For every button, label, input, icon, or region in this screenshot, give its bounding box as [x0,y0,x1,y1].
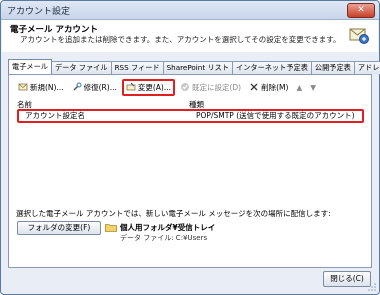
change-folder-button[interactable]: フォルダの変更(F) [17,221,101,235]
tab-published-calendars[interactable]: 公開予定表 [310,61,355,74]
tab-data-files[interactable]: データ ファイル [50,61,112,74]
change-button[interactable]: 変更(A)... [121,78,175,96]
delete-button[interactable]: 削除(M) [246,80,291,95]
new-account-label: 新規(N)... [30,82,64,92]
tab-sharepoint-lists[interactable]: SharePoint リスト [162,61,234,74]
resize-grip-icon[interactable] [368,283,376,291]
set-default-button[interactable]: 既定に設定(D) [177,80,244,95]
window-title: アカウント設定 [7,7,71,17]
email-accounts-icon [349,28,369,44]
window-close-button[interactable]: ✕ [347,3,375,18]
account-type: POP/SMTP (送信で使用する既定のアカウント) [196,111,355,120]
account-list: アカウント設定名 POP/SMTP (送信で使用する既定のアカウント) [13,108,365,213]
tab-rss-feeds[interactable]: RSS フィード [110,61,164,74]
delivery-folder-path: 個人用フォルダ¥受信トレイ [120,223,216,232]
repair-button[interactable]: 修復(R)... [69,80,120,95]
move-down-button[interactable]: ▼ [307,80,319,95]
change-icon [126,82,136,92]
title-bar: アカウント設定 ✕ [1,1,379,20]
repair-label: 修復(R)... [83,82,117,92]
move-up-button[interactable]: ▲ [293,80,305,95]
account-row[interactable]: アカウント設定名 POP/SMTP (送信で使用する既定のアカウント) [17,109,364,123]
repair-icon [72,82,82,92]
folder-icon [105,224,117,232]
delivery-description: 選択した電子メール アカウントでは、新しい電子メール メッセージを次の場所に配信… [16,209,331,218]
tab-strip: 電子メール データ ファイル RSS フィード SharePoint リスト イ… [8,59,380,75]
new-account-button[interactable]: 新規(N)... [15,80,67,95]
header-area: 電子メール アカウント アカウントを追加または削除できます。また、アカウントを選… [2,20,378,52]
checkmark-icon [180,82,190,92]
close-button[interactable]: 閉じる(C) [323,271,371,287]
email-tab-panel: 新規(N)... 修復(R)... 変更(A)... 既定に設定(D) 削除(M… [8,74,372,268]
tab-address-books[interactable]: アドレス帳 [353,61,380,74]
change-label: 変更(A)... [137,82,171,92]
delete-x-icon [249,82,259,92]
tab-internet-calendars[interactable]: インターネット予定表 [232,61,312,74]
account-toolbar: 新規(N)... 修復(R)... 変更(A)... 既定に設定(D) 削除(M… [15,78,321,96]
delete-label: 削除(M) [261,82,289,92]
account-name: アカウント設定名 [25,111,85,120]
tab-email[interactable]: 電子メール [8,59,52,74]
arrow-up-icon: ▲ [296,82,303,92]
set-default-label: 既定に設定(D) [191,82,242,92]
account-settings-window: アカウント設定 ✕ 電子メール アカウント アカウントを追加または削除できます。… [0,0,380,295]
arrow-down-icon: ▼ [310,82,317,92]
new-account-icon [18,82,28,92]
data-file-path: データ ファイル: C:¥Users [120,234,208,242]
header-description: アカウントを追加または削除できます。また、アカウントを選択してその設定を変更でき… [20,35,341,44]
